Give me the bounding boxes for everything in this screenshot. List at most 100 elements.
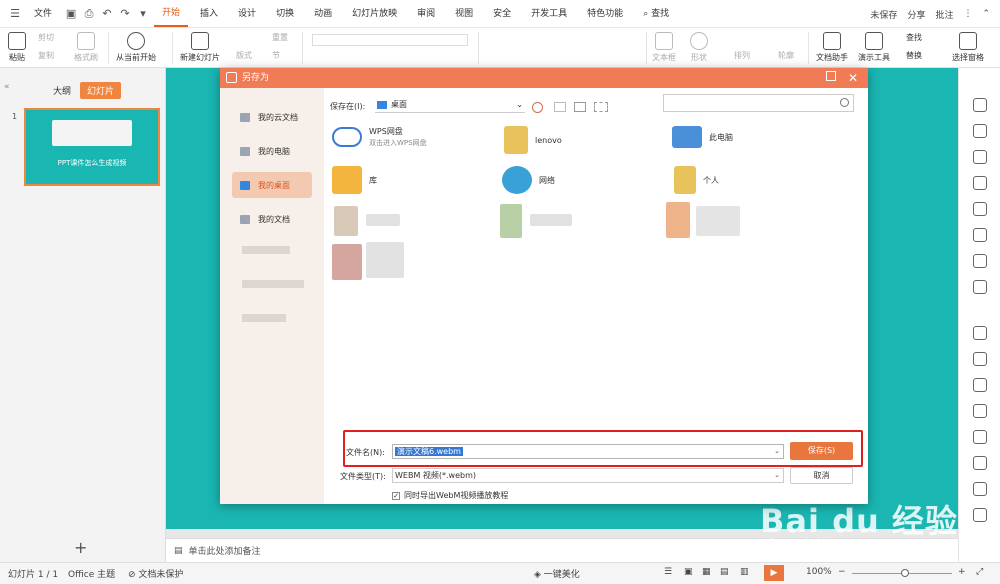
textbox-button[interactable]: 文本框: [652, 32, 676, 63]
sidebar-tool-icon[interactable]: [973, 98, 987, 112]
zoom-in-icon[interactable]: +: [958, 567, 966, 577]
hamburger-icon[interactable]: ☰: [8, 7, 22, 21]
slide-thumbnail[interactable]: PPT课件怎么生成视频: [24, 108, 160, 186]
maximize-icon[interactable]: [826, 71, 836, 81]
collapse-panel-icon[interactable]: «: [4, 82, 10, 92]
filetype-select[interactable]: WEBM 视频(*.webm) ⌄: [392, 468, 784, 483]
zoom-slider-handle[interactable]: [901, 569, 909, 577]
side-item-computer[interactable]: 我的电脑: [232, 138, 312, 164]
up-folder-icon[interactable]: [554, 102, 566, 112]
reset-button[interactable]: 重置: [272, 32, 288, 43]
menu-search[interactable]: ⌕ 查找: [635, 0, 677, 28]
sidebar-tool-icon[interactable]: [973, 326, 987, 340]
copy-button[interactable]: 复制: [38, 50, 54, 61]
outline-button[interactable]: 轮廓: [778, 50, 794, 61]
tab-animation[interactable]: 动画: [306, 0, 340, 28]
selection-pane-button[interactable]: 选择窗格: [952, 32, 984, 63]
tab-design[interactable]: 设计: [230, 0, 264, 28]
paragraph-buttons[interactable]: [488, 34, 638, 46]
sidebar-tool-icon[interactable]: [973, 280, 987, 294]
side-item-blurred[interactable]: [242, 280, 304, 288]
close-icon[interactable]: ✕: [848, 68, 858, 88]
sidebar-tool-icon[interactable]: [973, 378, 987, 392]
dialog-search-input[interactable]: [663, 94, 854, 112]
save-icon[interactable]: ▣: [64, 7, 78, 21]
sidebar-tool-icon[interactable]: [973, 150, 987, 164]
sidebar-tool-icon[interactable]: [973, 352, 987, 366]
export-tutorial-checkbox[interactable]: ✓ 同时导出WebM视频播放教程: [392, 490, 508, 501]
arrange-button[interactable]: 排列: [734, 50, 750, 61]
sidebar-tool-icon[interactable]: [973, 124, 987, 138]
play-slideshow-button[interactable]: ▶: [764, 565, 784, 581]
file-item-network[interactable]: 网络: [502, 166, 555, 194]
layout-button[interactable]: 版式: [236, 50, 252, 61]
side-item-blurred[interactable]: [242, 314, 286, 322]
save-in-select[interactable]: 桌面 ⌄: [375, 98, 525, 113]
find-button[interactable]: 查找: [906, 32, 922, 43]
protection-status[interactable]: ⊘ 文档未保护: [128, 567, 183, 580]
blurred-file-icon[interactable]: [332, 244, 362, 280]
zoom-level[interactable]: 100%: [806, 567, 832, 577]
sidebar-tool-icon[interactable]: [973, 508, 987, 522]
zoom-out-icon[interactable]: −: [838, 567, 846, 577]
side-item-blurred[interactable]: [242, 246, 290, 254]
notes-toggle-icon[interactable]: ☰: [664, 567, 672, 577]
section-button[interactable]: 节: [272, 50, 280, 61]
web-view-icon[interactable]: ▥: [740, 567, 749, 577]
sidebar-tool-icon[interactable]: [973, 482, 987, 496]
tab-transition[interactable]: 切换: [268, 0, 302, 28]
sidebar-tool-icon[interactable]: [973, 176, 987, 190]
tab-insert[interactable]: 插入: [192, 0, 226, 28]
new-slide-button[interactable]: 新建幻灯片: [180, 32, 220, 63]
cancel-button[interactable]: 取消: [790, 467, 853, 484]
doc-assistant-button[interactable]: 文档助手: [816, 32, 848, 63]
tab-home[interactable]: 开始: [154, 1, 189, 27]
file-item-lenovo[interactable]: lenovo: [504, 126, 562, 154]
more-icon[interactable]: ⋮: [963, 9, 972, 19]
sidebar-tool-icon[interactable]: [973, 202, 987, 216]
shape-button[interactable]: 形状: [690, 32, 708, 63]
dialog-titlebar[interactable]: 另存为 ✕: [220, 68, 868, 88]
file-menu[interactable]: 文件: [26, 0, 60, 28]
normal-view-icon[interactable]: ▣: [684, 567, 693, 577]
fit-window-icon[interactable]: ⤢: [976, 567, 983, 577]
play-from-current-button[interactable]: 从当前开始: [116, 32, 156, 63]
tab-slides[interactable]: 幻灯片: [80, 82, 122, 99]
comment-button[interactable]: 批注: [935, 8, 953, 21]
tab-outline[interactable]: 大纲: [46, 82, 78, 99]
sidebar-tool-icon[interactable]: [973, 456, 987, 470]
side-item-cloud[interactable]: 我的云文档: [232, 104, 312, 130]
save-button[interactable]: 保存(S): [790, 442, 853, 460]
replace-button[interactable]: 替换: [906, 50, 922, 61]
sidebar-tool-icon[interactable]: [973, 430, 987, 444]
format-painter-button[interactable]: 格式刷: [74, 32, 98, 63]
present-tools-button[interactable]: 演示工具: [858, 32, 890, 63]
sidebar-tool-icon[interactable]: [973, 254, 987, 268]
font-family-select[interactable]: [312, 34, 468, 46]
redo-icon[interactable]: ↷: [118, 7, 132, 21]
file-item-this-pc[interactable]: 此电脑: [672, 126, 733, 148]
sorter-view-icon[interactable]: ▦: [702, 567, 711, 577]
unsaved-status[interactable]: 未保存: [870, 8, 897, 21]
tab-review[interactable]: 审阅: [409, 0, 443, 28]
paste-button[interactable]: 粘贴: [8, 32, 26, 63]
tab-slideshow[interactable]: 幻灯片放映: [344, 0, 405, 28]
tab-security[interactable]: 安全: [485, 0, 519, 28]
tab-developer[interactable]: 开发工具: [523, 0, 575, 28]
back-icon[interactable]: [532, 102, 543, 113]
sidebar-tool-icon[interactable]: [973, 404, 987, 418]
blurred-file-icon[interactable]: [500, 204, 522, 238]
file-item-wps-drive[interactable]: WPS网盘 双击进入WPS网盘: [332, 126, 427, 148]
tab-view[interactable]: 视图: [447, 0, 481, 28]
beautify-button[interactable]: ◈ 一键美化: [534, 567, 580, 580]
blurred-file-icon[interactable]: [334, 206, 358, 236]
customize-icon[interactable]: ▾: [136, 7, 150, 21]
new-folder-icon[interactable]: [574, 102, 586, 112]
tab-features[interactable]: 特色功能: [579, 0, 631, 28]
file-item-library[interactable]: 库: [332, 166, 377, 194]
file-item-personal[interactable]: 个人: [674, 166, 719, 194]
share-button[interactable]: 分享: [907, 8, 925, 21]
filename-input[interactable]: 演示文稿6.webm ⌄: [392, 444, 784, 459]
cut-button[interactable]: 剪切: [38, 32, 54, 43]
side-item-desktop[interactable]: 我的桌面: [232, 172, 312, 198]
